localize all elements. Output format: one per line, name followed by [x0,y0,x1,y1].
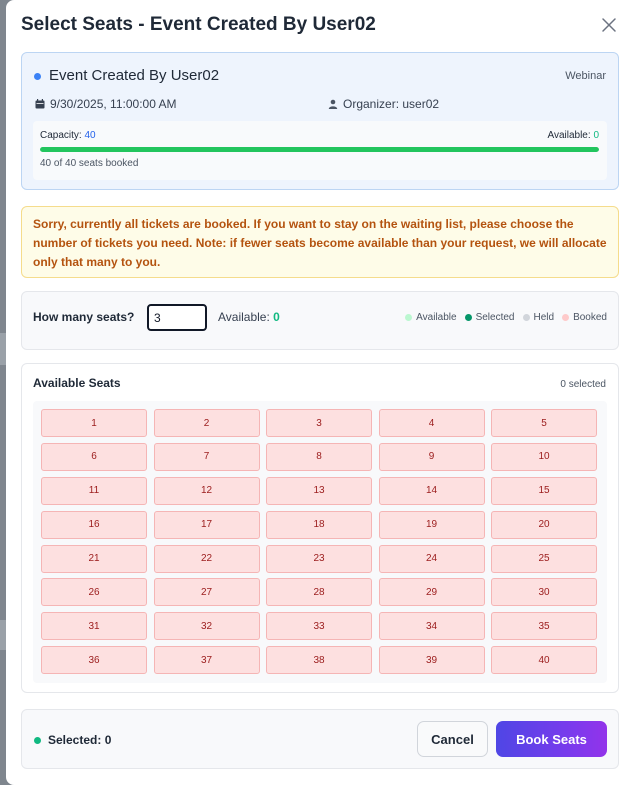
organizer-name: Organizer: user02 [343,97,440,111]
book-seats-button[interactable]: Book Seats [496,721,607,757]
seat-button[interactable]: 8 [266,442,372,471]
legend-dot [522,314,530,321]
close-button[interactable] [599,15,619,35]
seat-button[interactable]: 29 [378,578,485,607]
seat-button[interactable]: 32 [153,612,260,641]
seat-button[interactable]: 5 [491,409,597,437]
available-value: 0 [593,130,599,141]
legend-dot [464,314,472,321]
modal-footer: Selected: 0 Cancel Book Seats [21,709,619,769]
seats-card: Available Seats 0 selected 1 2 3 4 5 6 7 8 9 10 11… [21,363,619,693]
seat-legend: Available Selected Held Booked [405,312,607,323]
event-status-dot [34,73,41,80]
seat-button[interactable]: 21 [41,544,147,573]
seat-button[interactable]: 24 [378,544,485,573]
legend-dot [405,314,413,321]
user-icon [328,99,338,109]
waitlist-warning: Sorry, currently all tickets are booked.… [21,206,619,278]
seat-button[interactable]: 30 [491,578,597,607]
selected-summary: Selected: 0 [48,733,112,747]
event-name: Event Created By User02 [49,67,220,84]
seat-button[interactable]: 34 [378,612,485,641]
seat-button[interactable]: 7 [153,442,260,471]
seat-count-available-value: 0 [273,310,280,324]
legend-item: Booked [562,312,607,323]
seat-count-row: How many seats? Available: 0 Available Se… [21,291,619,350]
seat-button[interactable]: 23 [266,544,372,573]
seat-button[interactable]: 31 [41,612,147,641]
capacity-value: 40 [84,130,96,141]
seat-button[interactable]: 38 [266,646,372,675]
event-info-card: Event Created By User02 Webinar 9/30/202… [21,52,619,190]
event-organizer: Organizer: user02 [328,97,439,111]
cancel-button[interactable]: Cancel [417,721,488,757]
seat-button[interactable]: 4 [378,409,485,437]
capacity-box: Capacity: 40 Available: 0 40 of 40 seats… [33,121,607,180]
seat-button[interactable]: 14 [378,476,485,505]
seat-button[interactable]: 18 [266,510,372,539]
capacity-label: Capacity: 40 [40,130,96,141]
seat-button[interactable]: 28 [266,578,372,607]
seat-button[interactable]: 13 [266,476,372,505]
legend-item: Available [405,312,457,323]
seat-button[interactable]: 6 [41,442,147,471]
legend-dot [562,314,570,321]
seat-count-available: Available: 0 [218,310,280,324]
available-label: Available: 0 [547,130,599,141]
seat-button[interactable]: 12 [153,476,260,505]
legend-label: Held [533,312,555,323]
seat-button[interactable]: 27 [153,578,260,607]
seat-button[interactable]: 36 [41,646,147,675]
booked-summary: 40 of 40 seats booked [40,158,139,169]
legend-label: Available [416,312,457,323]
modal-header: Select Seats - Event Created By User02 [21,13,621,39]
seat-count-input[interactable] [147,304,207,331]
seat-count-available-label: Available: [218,310,274,324]
seats-selected-count: 0 selected [560,379,606,390]
booking-progress-bar [40,147,599,152]
available-label-text: Available: [547,130,594,141]
seat-grid: 1 2 3 4 5 6 7 8 9 10 11 12 13 14 15 16 17 18 19 20 21 22 23 24 2… [33,401,607,683]
capacity-label-text: Capacity: [40,130,85,141]
seat-button[interactable]: 40 [491,646,597,675]
event-type-badge: Webinar [565,70,606,82]
seat-button[interactable]: 26 [41,578,147,607]
legend-label: Selected [475,312,515,323]
seat-button[interactable]: 33 [266,612,372,641]
seat-button[interactable]: 22 [153,544,260,573]
seat-button[interactable]: 16 [41,510,147,539]
event-date: 9/30/2025, 11:00:00 AM [35,97,177,111]
seat-button[interactable]: 11 [41,476,147,505]
seat-button[interactable]: 37 [153,646,260,675]
seat-button[interactable]: 20 [491,510,597,539]
seat-button[interactable]: 3 [266,409,372,437]
seat-button[interactable]: 10 [491,442,597,471]
calendar-icon [35,99,45,109]
seat-count-label: How many seats? [33,310,135,324]
seat-button[interactable]: 15 [491,476,597,505]
close-icon [602,18,616,32]
seat-button[interactable]: 25 [491,544,597,573]
legend-item: Held [522,312,555,323]
seat-button[interactable]: 39 [378,646,485,675]
selected-status-dot [34,737,41,744]
legend-label: Booked [573,312,607,323]
seats-title: Available Seats [33,376,121,390]
seat-button[interactable]: 19 [378,510,485,539]
seat-button[interactable]: 9 [378,442,485,471]
seat-button[interactable]: 2 [153,409,260,437]
select-seats-modal: Select Seats - Event Created By User02 E… [6,0,631,785]
modal-title: Select Seats - Event Created By User02 [21,14,376,35]
seat-button[interactable]: 1 [41,409,147,437]
seat-button[interactable]: 35 [491,612,597,641]
booking-progress-fill [40,147,599,152]
seat-button[interactable]: 17 [153,510,260,539]
event-datetime: 9/30/2025, 11:00:00 AM [50,97,177,111]
legend-item: Selected [464,312,515,323]
